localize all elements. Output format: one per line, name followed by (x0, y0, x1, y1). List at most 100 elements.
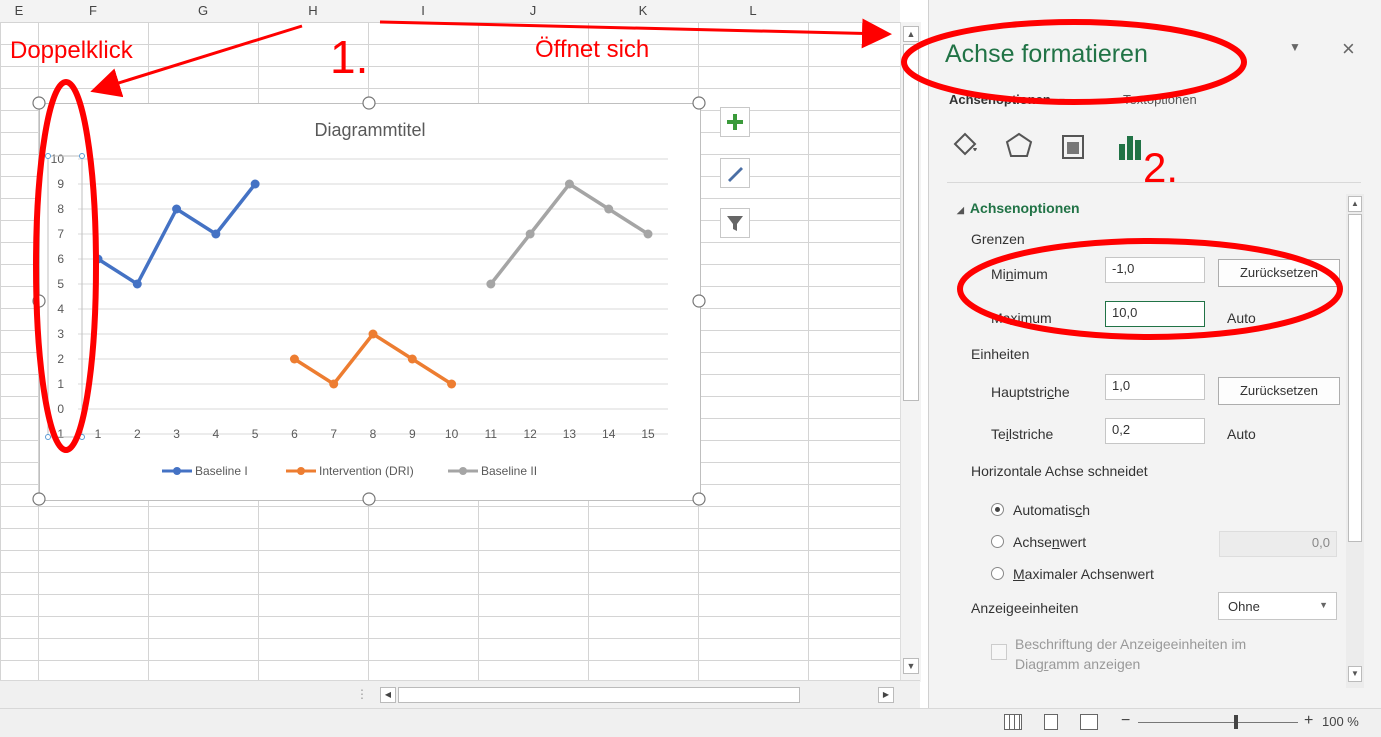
column-header-g[interactable]: G (148, 0, 258, 22)
sheet-tab-splitter[interactable]: ⋮ (356, 687, 368, 701)
data-point[interactable] (564, 179, 574, 189)
display-units-select[interactable]: Ohne ▼ (1218, 592, 1337, 620)
radio-automatic[interactable] (991, 503, 1004, 516)
display-units-label: Anzeigeeinheiten (971, 600, 1079, 616)
radio-axis-value[interactable] (991, 535, 1004, 548)
data-point[interactable] (250, 179, 260, 189)
data-point[interactable] (132, 279, 142, 289)
axis-selection-handle[interactable] (45, 153, 51, 159)
collapse-triangle-icon: ◢ (957, 205, 964, 215)
data-point[interactable] (172, 204, 182, 214)
chart-elements-button[interactable] (720, 107, 750, 137)
pane-options-dropdown-icon[interactable]: ▼ (1289, 40, 1301, 54)
legend-label[interactable]: Intervention (DRI) (319, 464, 414, 478)
column-header-i[interactable]: I (368, 0, 478, 22)
radio-axis-value-label[interactable]: Achsenwert (1013, 534, 1086, 550)
chart-filters-button[interactable] (720, 208, 750, 238)
display-units-checkbox[interactable] (991, 644, 1007, 660)
column-header-e[interactable]: E (0, 0, 38, 22)
hscroll-left-arrow[interactable]: ◀ (380, 687, 396, 703)
vertical-scrollbar[interactable]: ▲ ▼ (900, 22, 921, 682)
major-unit-label: Hauptstriche (991, 384, 1070, 400)
column-header-f[interactable]: F (38, 0, 148, 22)
chart-styles-button[interactable] (720, 158, 750, 188)
column-header-h[interactable]: H (258, 0, 368, 22)
x-tick-label: 3 (173, 427, 180, 441)
cross-heading: Horizontale Achse schneidet (971, 463, 1148, 479)
data-point[interactable] (643, 229, 653, 239)
pane-scroll-up-arrow[interactable]: ▲ (1348, 196, 1362, 212)
data-point[interactable] (604, 204, 614, 214)
y-tick-label: 10 (51, 152, 65, 166)
chart-plot[interactable]: 109876543210-1 1 2 3 4 5 6 7 8 9 10 11 12 13 14 15Basel… (40, 104, 700, 500)
data-point[interactable] (211, 229, 221, 239)
page-layout-icon[interactable] (1044, 714, 1058, 730)
effects-icon[interactable] (1003, 130, 1035, 162)
data-point[interactable] (486, 279, 496, 289)
legend-swatch-marker (459, 467, 467, 475)
annotation-step-2: 2. (1143, 144, 1179, 191)
zoom-in-button[interactable]: + (1304, 712, 1313, 730)
scroll-down-arrow[interactable]: ▼ (903, 658, 919, 674)
data-point[interactable] (289, 354, 299, 364)
y-tick-label: 7 (57, 227, 64, 241)
minor-unit-input[interactable]: 0,2 (1105, 418, 1205, 444)
tab-text-options[interactable]: Textoptionen (1123, 92, 1197, 107)
data-point[interactable] (368, 329, 378, 339)
axis-selection-handle[interactable] (79, 434, 85, 440)
chart-object[interactable]: Diagrammtitel 10 9 8 7 6 5 4 3 2 1 0 -1 1 2 3 4 5 6 7 8 9 10 1… (39, 103, 701, 501)
pane-scroll-thumb[interactable] (1348, 214, 1362, 542)
y-tick-label: 9 (57, 177, 64, 191)
page-break-icon[interactable] (1080, 714, 1098, 730)
fill-line-icon[interactable] (949, 130, 981, 162)
hscroll-right-arrow[interactable]: ▶ (878, 687, 894, 703)
size-properties-icon[interactable] (1057, 130, 1089, 162)
major-unit-input[interactable]: 1,0 (1105, 374, 1205, 400)
pane-scroll-down-arrow[interactable]: ▼ (1348, 666, 1362, 682)
zoom-out-button[interactable]: − (1121, 712, 1130, 730)
minor-unit-label: Teilstriche (991, 426, 1054, 442)
x-tick-label: 13 (563, 427, 577, 441)
data-point[interactable] (447, 379, 457, 389)
y-tick-label: 5 (57, 277, 64, 291)
maximum-input[interactable]: 10,0 (1105, 301, 1205, 327)
worksheet[interactable]: EFGHIJKL Diagrammtitel 10 9 8 7 6 5 4 3 2 1 0 -1 1 2 3… (0, 0, 900, 680)
radio-max-axis-value[interactable] (991, 567, 1004, 580)
radio-max-axis-value-label[interactable]: Maximaler Achsenwert (1013, 566, 1154, 582)
status-bar: − + 100 % (0, 708, 1381, 737)
zoom-slider-thumb[interactable] (1234, 715, 1238, 729)
axis-value-input[interactable]: 0,0 (1219, 531, 1337, 557)
data-point[interactable] (525, 229, 535, 239)
legend-label[interactable]: Baseline II (481, 464, 537, 478)
major-unit-reset-button[interactable]: Zurücksetzen (1218, 377, 1340, 405)
y-tick-label: 8 (57, 202, 64, 216)
data-point[interactable] (93, 254, 103, 264)
scroll-up-arrow[interactable]: ▲ (903, 26, 919, 42)
x-tick-label: 6 (291, 427, 298, 441)
minimum-reset-button[interactable]: Zurücksetzen (1218, 259, 1340, 287)
normal-view-icon[interactable] (1004, 714, 1022, 730)
legend-label[interactable]: Baseline I (195, 464, 248, 478)
tab-axis-options[interactable]: Achsenoptionen ▼ (949, 92, 1066, 107)
scroll-thumb[interactable] (903, 44, 919, 401)
pane-scrollbar[interactable]: ▲ ▼ (1346, 194, 1364, 688)
column-header-j[interactable]: J (478, 0, 588, 22)
zoom-slider[interactable] (1138, 715, 1298, 729)
radio-automatic-label[interactable]: Automatisch (1013, 502, 1090, 518)
section-axis-options[interactable]: ◢ Achsenoptionen (957, 200, 1080, 216)
selected-vertical-axis[interactable] (47, 155, 83, 438)
close-icon[interactable]: × (1342, 36, 1355, 62)
x-tick-label: 2 (134, 427, 141, 441)
hscroll-thumb[interactable] (398, 687, 800, 703)
axis-selection-handle[interactable] (45, 434, 51, 440)
zoom-level[interactable]: 100 % (1322, 714, 1359, 729)
x-tick-label: 9 (409, 427, 416, 441)
column-header-k[interactable]: K (588, 0, 698, 22)
data-point[interactable] (407, 354, 417, 364)
axis-selection-handle[interactable] (79, 153, 85, 159)
minimum-input[interactable]: -1,0 (1105, 257, 1205, 283)
display-units-checkbox-label-1: Beschriftung der Anzeigeeinheiten im (1015, 636, 1247, 652)
y-tick-label: 0 (57, 402, 64, 416)
column-header-l[interactable]: L (698, 0, 808, 22)
data-point[interactable] (329, 379, 339, 389)
